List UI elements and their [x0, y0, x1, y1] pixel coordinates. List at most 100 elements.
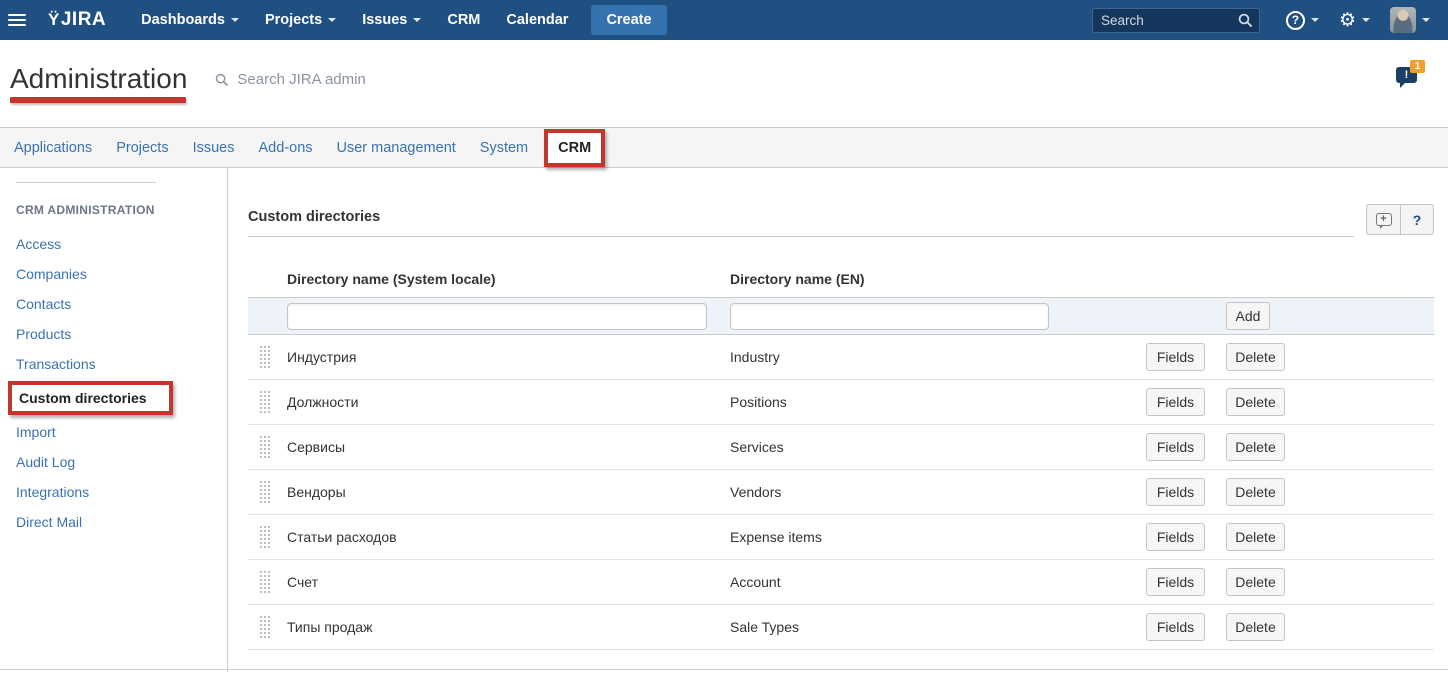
drag-handle-icon[interactable]	[259, 480, 270, 505]
directory-name-en: Sale Types	[730, 619, 1146, 635]
add-button[interactable]: Add	[1226, 302, 1270, 330]
fields-button[interactable]: Fields	[1146, 343, 1205, 371]
drag-handle-icon[interactable]	[259, 345, 270, 370]
section-title: Custom directories	[248, 209, 380, 225]
tab-applications[interactable]: Applications	[2, 140, 104, 156]
custom-directories-panel: Custom directories + ? Directory name (S…	[228, 168, 1448, 672]
nav-item-issues[interactable]: Issues	[349, 0, 434, 40]
fields-button[interactable]: Fields	[1146, 433, 1205, 461]
drag-handle-icon[interactable]	[259, 390, 270, 415]
tab-user-management[interactable]: User management	[325, 140, 468, 156]
annotation-underline	[10, 97, 186, 103]
sidebar-item-custom-directories[interactable]: Custom directories	[8, 381, 173, 415]
directory-name-en: Vendors	[730, 484, 1146, 500]
delete-button[interactable]: Delete	[1226, 523, 1285, 551]
new-directory-name-local-input[interactable]	[287, 303, 707, 330]
main-nav-menu: Dashboards Projects Issues CRM Calendar	[128, 0, 581, 40]
column-header-system-locale: Directory name (System locale)	[287, 271, 730, 287]
directory-name-en: Industry	[730, 349, 1146, 365]
nav-item-calendar[interactable]: Calendar	[493, 0, 581, 40]
directory-name-local: Статьи расходов	[287, 529, 730, 545]
chevron-down-icon	[1422, 18, 1430, 22]
sidebar-item-products[interactable]: Products	[16, 319, 227, 349]
drag-handle-icon[interactable]	[259, 570, 270, 595]
search-icon	[215, 73, 229, 87]
create-button[interactable]: Create	[591, 5, 666, 35]
new-directory-name-en-input[interactable]	[730, 303, 1049, 330]
delete-button[interactable]: Delete	[1226, 433, 1285, 461]
column-header-en: Directory name (EN)	[730, 271, 1146, 287]
chevron-down-icon	[231, 18, 239, 22]
sidebar-item-access[interactable]: Access	[16, 229, 227, 259]
notifications-button[interactable]: ! 1	[1396, 60, 1430, 90]
fields-button[interactable]: Fields	[1146, 388, 1205, 416]
feedback-bubble-plus-icon: +	[1376, 213, 1392, 226]
tab-add-ons[interactable]: Add-ons	[247, 140, 325, 156]
nav-item-projects[interactable]: Projects	[252, 0, 349, 40]
drag-handle-icon[interactable]	[259, 435, 270, 460]
delete-button[interactable]: Delete	[1226, 343, 1285, 371]
admin-search-field[interactable]: Search JIRA admin	[215, 71, 365, 88]
table-row: ИндустрияIndustryFields Delete	[248, 335, 1434, 380]
navbar-search	[1092, 8, 1260, 33]
delete-button[interactable]: Delete	[1226, 613, 1285, 641]
drag-handle-icon[interactable]	[259, 525, 270, 550]
sidebar-item-direct-mail[interactable]: Direct Mail	[16, 507, 227, 537]
tab-system[interactable]: System	[468, 140, 540, 156]
table-header-row: Directory name (System locale) Directory…	[248, 259, 1434, 297]
hamburger-menu-icon[interactable]	[8, 0, 34, 40]
nav-item-crm[interactable]: CRM	[434, 0, 493, 40]
custom-directories-table: Directory name (System locale) Directory…	[248, 259, 1434, 650]
search-icon	[1238, 13, 1253, 28]
nav-item-label: Issues	[362, 12, 407, 28]
tab-issues[interactable]: Issues	[181, 140, 247, 156]
search-input[interactable]	[1092, 8, 1260, 33]
sidebar-item-companies[interactable]: Companies	[16, 259, 227, 289]
sidebar-item-audit-log[interactable]: Audit Log	[16, 447, 227, 477]
admin-tab-bar: ApplicationsProjectsIssuesAdd-onsUser ma…	[0, 128, 1448, 168]
help-menu[interactable]: ?	[1278, 0, 1327, 40]
sidebar-section-title: CRM ADMINISTRATION	[16, 199, 227, 221]
page-footer-divider	[0, 669, 1448, 670]
sidebar-item-transactions[interactable]: Transactions	[16, 349, 227, 379]
sidebar-divider	[16, 182, 156, 183]
directory-name-local: Индустрия	[287, 349, 730, 365]
table-row: СчетAccountFieldsDelete	[248, 560, 1434, 605]
top-navbar: Ÿ JIRA Dashboards Projects Issues CRM Calend…	[0, 0, 1448, 40]
admin-settings-menu[interactable]: ⚙	[1331, 0, 1378, 40]
fields-button[interactable]: Fields	[1146, 523, 1205, 551]
drag-handle-icon[interactable]	[259, 615, 270, 640]
directory-name-local: Типы продаж	[287, 619, 730, 635]
admin-header: Administration Search JIRA admin ! 1	[0, 40, 1448, 128]
tab-projects[interactable]: Projects	[104, 140, 180, 156]
table-row: ДолжностиPositionsFieldsDelete	[248, 380, 1434, 425]
sidebar-item-import[interactable]: Import	[16, 417, 227, 447]
add-directory-row: Add	[248, 297, 1434, 335]
jira-logo-text: JIRA	[61, 9, 106, 31]
sidebar-item-integrations[interactable]: Integrations	[16, 477, 227, 507]
fields-button[interactable]: Fields	[1146, 478, 1205, 506]
fields-button[interactable]: Fields	[1146, 613, 1205, 641]
sidebar-item-contacts[interactable]: Contacts	[16, 289, 227, 319]
directory-name-local: Вендоры	[287, 484, 730, 500]
table-row: СервисыServicesFieldsDelete	[248, 425, 1434, 470]
navbar-right-section: ? ⚙	[1092, 0, 1438, 40]
page-title: Administration	[10, 64, 187, 95]
delete-button[interactable]: Delete	[1226, 568, 1285, 596]
notification-count-badge: 1	[1410, 60, 1425, 73]
directory-name-en: Account	[730, 574, 1146, 590]
fields-button[interactable]: Fields	[1146, 568, 1205, 596]
jira-logo[interactable]: Ÿ JIRA	[48, 9, 106, 31]
tab-crm[interactable]: CRM	[544, 129, 605, 167]
delete-button[interactable]: Delete	[1226, 478, 1285, 506]
nav-item-label: CRM	[447, 12, 480, 28]
nav-item-label: Calendar	[506, 12, 568, 28]
nav-item-label: Dashboards	[141, 12, 225, 28]
delete-button[interactable]: Delete	[1226, 388, 1285, 416]
nav-item-dashboards[interactable]: Dashboards	[128, 0, 252, 40]
feedback-button[interactable]: +	[1366, 204, 1400, 235]
user-profile-menu[interactable]	[1382, 0, 1438, 40]
help-button[interactable]: ?	[1400, 204, 1434, 235]
chevron-down-icon	[328, 18, 336, 22]
gear-icon: ⚙	[1339, 11, 1356, 30]
